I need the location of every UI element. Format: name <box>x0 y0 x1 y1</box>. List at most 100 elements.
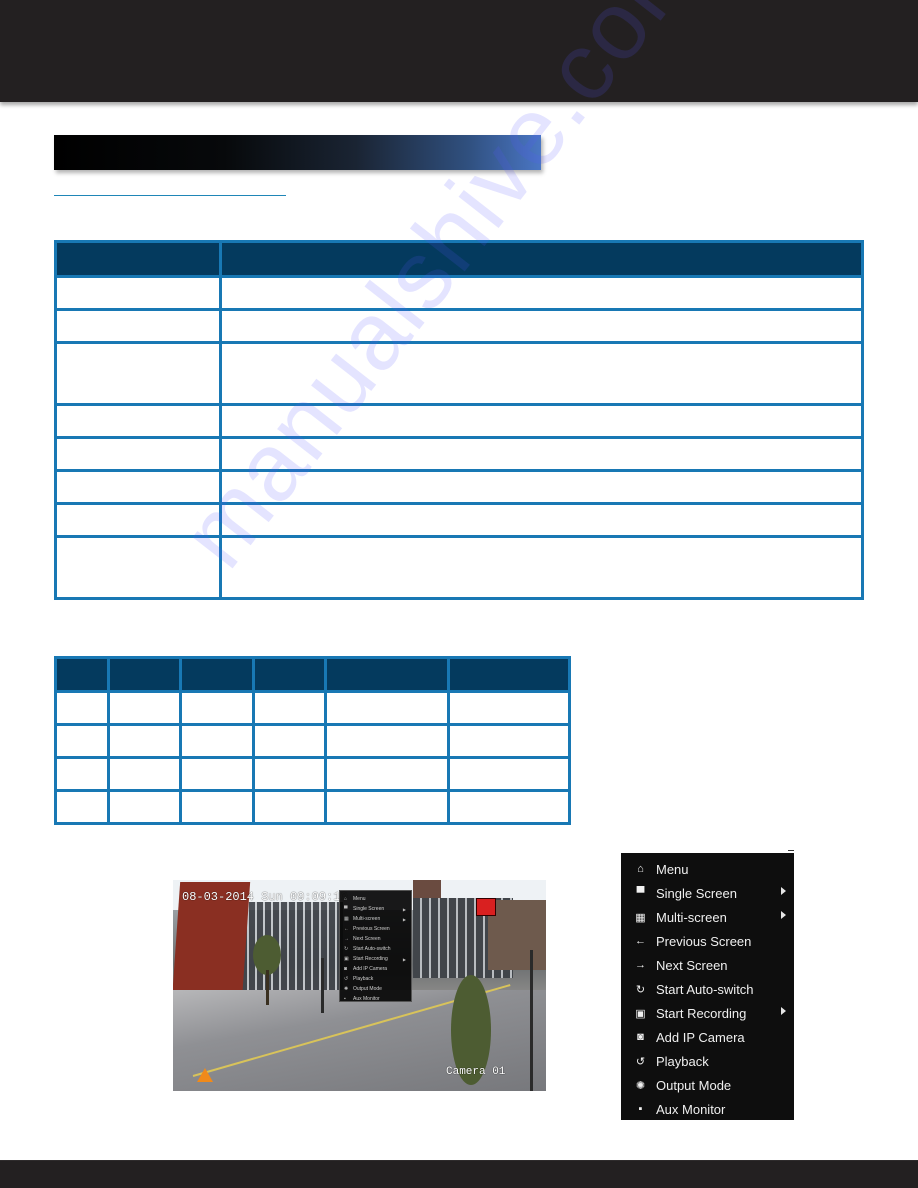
menu-item-single-screen[interactable]: ▀ Single Screen <box>621 881 794 905</box>
table-header-cell <box>446 656 572 693</box>
table-header-row <box>54 240 864 278</box>
submenu-arrow-icon: ▶ <box>402 916 406 922</box>
mini-menu-item-playback[interactable]: ↺ Playback <box>344 974 411 984</box>
refresh-icon: ↻ <box>344 946 349 952</box>
table-row <box>54 789 572 825</box>
menu-item-label: Playback <box>656 1053 709 1069</box>
menu-item-label: Aux Monitor <box>656 1101 726 1117</box>
camera-building-tower <box>413 880 441 900</box>
mini-menu-item-aux-monitor[interactable]: ▪ Aux Monitor <box>344 994 411 1004</box>
mini-menu-item-multi-screen[interactable]: ▦ Multi-screen ▶ <box>344 914 411 924</box>
table-cell <box>179 723 255 759</box>
secondary-spec-table <box>54 656 572 825</box>
menu-item-label: Output Mode <box>656 1077 732 1093</box>
output-mode-icon: ✺ <box>635 1079 646 1092</box>
menu-corner-mark <box>788 850 794 851</box>
table-cell <box>251 756 328 792</box>
mini-menu-item-single-screen[interactable]: ▀ Single Screen ▶ <box>344 904 411 914</box>
ip-camera-icon: ◙ <box>344 966 348 972</box>
table-cell <box>106 756 183 792</box>
table-cell <box>54 690 110 726</box>
table-cell <box>54 535 222 600</box>
mini-menu-item-next-screen[interactable]: → Next Screen <box>344 934 411 944</box>
table-cell <box>219 275 864 311</box>
table-cell <box>251 690 328 726</box>
menu-item-multi-screen[interactable]: ▦ Multi-screen <box>621 905 794 929</box>
table-row <box>54 341 864 406</box>
multi-screen-icon: ▦ <box>635 911 646 924</box>
menu-item-label: Playback <box>353 976 374 982</box>
menu-item-output-mode[interactable]: ✺ Output Mode <box>621 1073 794 1097</box>
single-screen-icon: ▀ <box>636 887 645 899</box>
table-header-cell <box>219 240 864 278</box>
mini-menu-item-add-ip-camera[interactable]: ◙ Add IP Camera <box>344 964 411 974</box>
mini-menu-item-previous-screen[interactable]: ← Previous Screen <box>344 924 411 934</box>
table-row <box>54 436 864 472</box>
mini-context-menu: ⌂ Menu ▀ Single Screen ▶ ▦ Multi-screen ▶ ← Previ… <box>339 890 412 1002</box>
menu-item-aux-monitor[interactable]: ▪ Aux Monitor <box>621 1097 794 1121</box>
page-header <box>0 0 918 102</box>
arrow-right-icon: → <box>635 959 646 971</box>
table-row <box>54 756 572 792</box>
mini-menu-item-menu[interactable]: ⌂ Menu <box>344 894 411 904</box>
aux-monitor-icon: ▪ <box>638 1103 643 1115</box>
table-cell <box>54 275 222 311</box>
table-cell <box>446 789 572 825</box>
submenu-arrow-icon <box>781 887 786 895</box>
menu-item-label: Multi-screen <box>353 916 381 922</box>
menu-item-label: Add IP Camera <box>656 1029 745 1045</box>
table-cell <box>219 469 864 505</box>
table-cell <box>219 308 864 344</box>
playback-icon: ↺ <box>344 976 349 982</box>
context-menu: ⌂ Menu ▀ Single Screen ▦ Multi-screen ← Previou… <box>621 853 794 1120</box>
table-header-cell <box>54 656 110 693</box>
menu-item-label: Start Recording <box>353 956 388 962</box>
table-cell <box>324 789 450 825</box>
ip-camera-icon: ◙ <box>637 1031 644 1043</box>
table-cell <box>54 756 110 792</box>
table-cell <box>106 723 183 759</box>
table-cell <box>54 403 222 439</box>
table-row <box>54 690 572 726</box>
menu-item-label: Next Screen <box>353 936 381 942</box>
camera-live-view-screenshot: 08-03-2014 Sun 09:09:10 Camera 01 ⌂ Menu ▀… <box>173 880 546 1091</box>
mini-menu-item-start-auto-switch[interactable]: ↻ Start Auto-switch <box>344 944 411 954</box>
camera-red-sign <box>476 898 496 916</box>
table-row <box>54 275 864 311</box>
camera-name-label: Camera 01 <box>446 1066 506 1078</box>
menu-item-label: Single Screen <box>656 885 737 901</box>
menu-item-menu[interactable]: ⌂ Menu <box>621 857 794 881</box>
menu-item-playback[interactable]: ↺ Playback <box>621 1049 794 1073</box>
submenu-arrow-icon <box>781 911 786 919</box>
table-cell <box>54 436 222 472</box>
table-row <box>54 403 864 439</box>
menu-item-label: Start Auto-switch <box>353 946 391 952</box>
menu-item-next-screen[interactable]: → Next Screen <box>621 953 794 977</box>
menu-item-start-auto-switch[interactable]: ↻ Start Auto-switch <box>621 977 794 1001</box>
menu-item-add-ip-camera[interactable]: ◙ Add IP Camera <box>621 1025 794 1049</box>
home-icon: ⌂ <box>637 863 644 875</box>
table-header-cell <box>324 656 450 693</box>
table-row <box>54 535 864 600</box>
mini-menu-item-start-recording[interactable]: ▣ Start Recording ▶ <box>344 954 411 964</box>
menu-item-start-recording[interactable]: ▣ Start Recording <box>621 1001 794 1025</box>
output-mode-icon: ✺ <box>344 986 349 992</box>
table-row <box>54 469 864 505</box>
menu-item-previous-screen[interactable]: ← Previous Screen <box>621 929 794 953</box>
submenu-arrow-icon: ▶ <box>402 956 406 962</box>
page-footer <box>0 1160 918 1188</box>
single-screen-icon: ▀ <box>344 906 348 912</box>
menu-item-label: Output Mode <box>353 986 382 992</box>
menu-item-label: Add IP Camera <box>353 966 388 972</box>
table-cell <box>54 469 222 505</box>
camera-tree <box>253 935 281 975</box>
submenu-arrow-icon: ▶ <box>402 906 406 912</box>
table-cell <box>179 789 255 825</box>
mini-menu-item-output-mode[interactable]: ✺ Output Mode <box>344 984 411 994</box>
multi-screen-icon: ▦ <box>344 916 349 922</box>
table-cell <box>251 789 328 825</box>
menu-item-label: Multi-screen <box>656 909 727 925</box>
table-cell <box>179 756 255 792</box>
table-cell <box>54 789 110 825</box>
table-cell <box>219 341 864 406</box>
